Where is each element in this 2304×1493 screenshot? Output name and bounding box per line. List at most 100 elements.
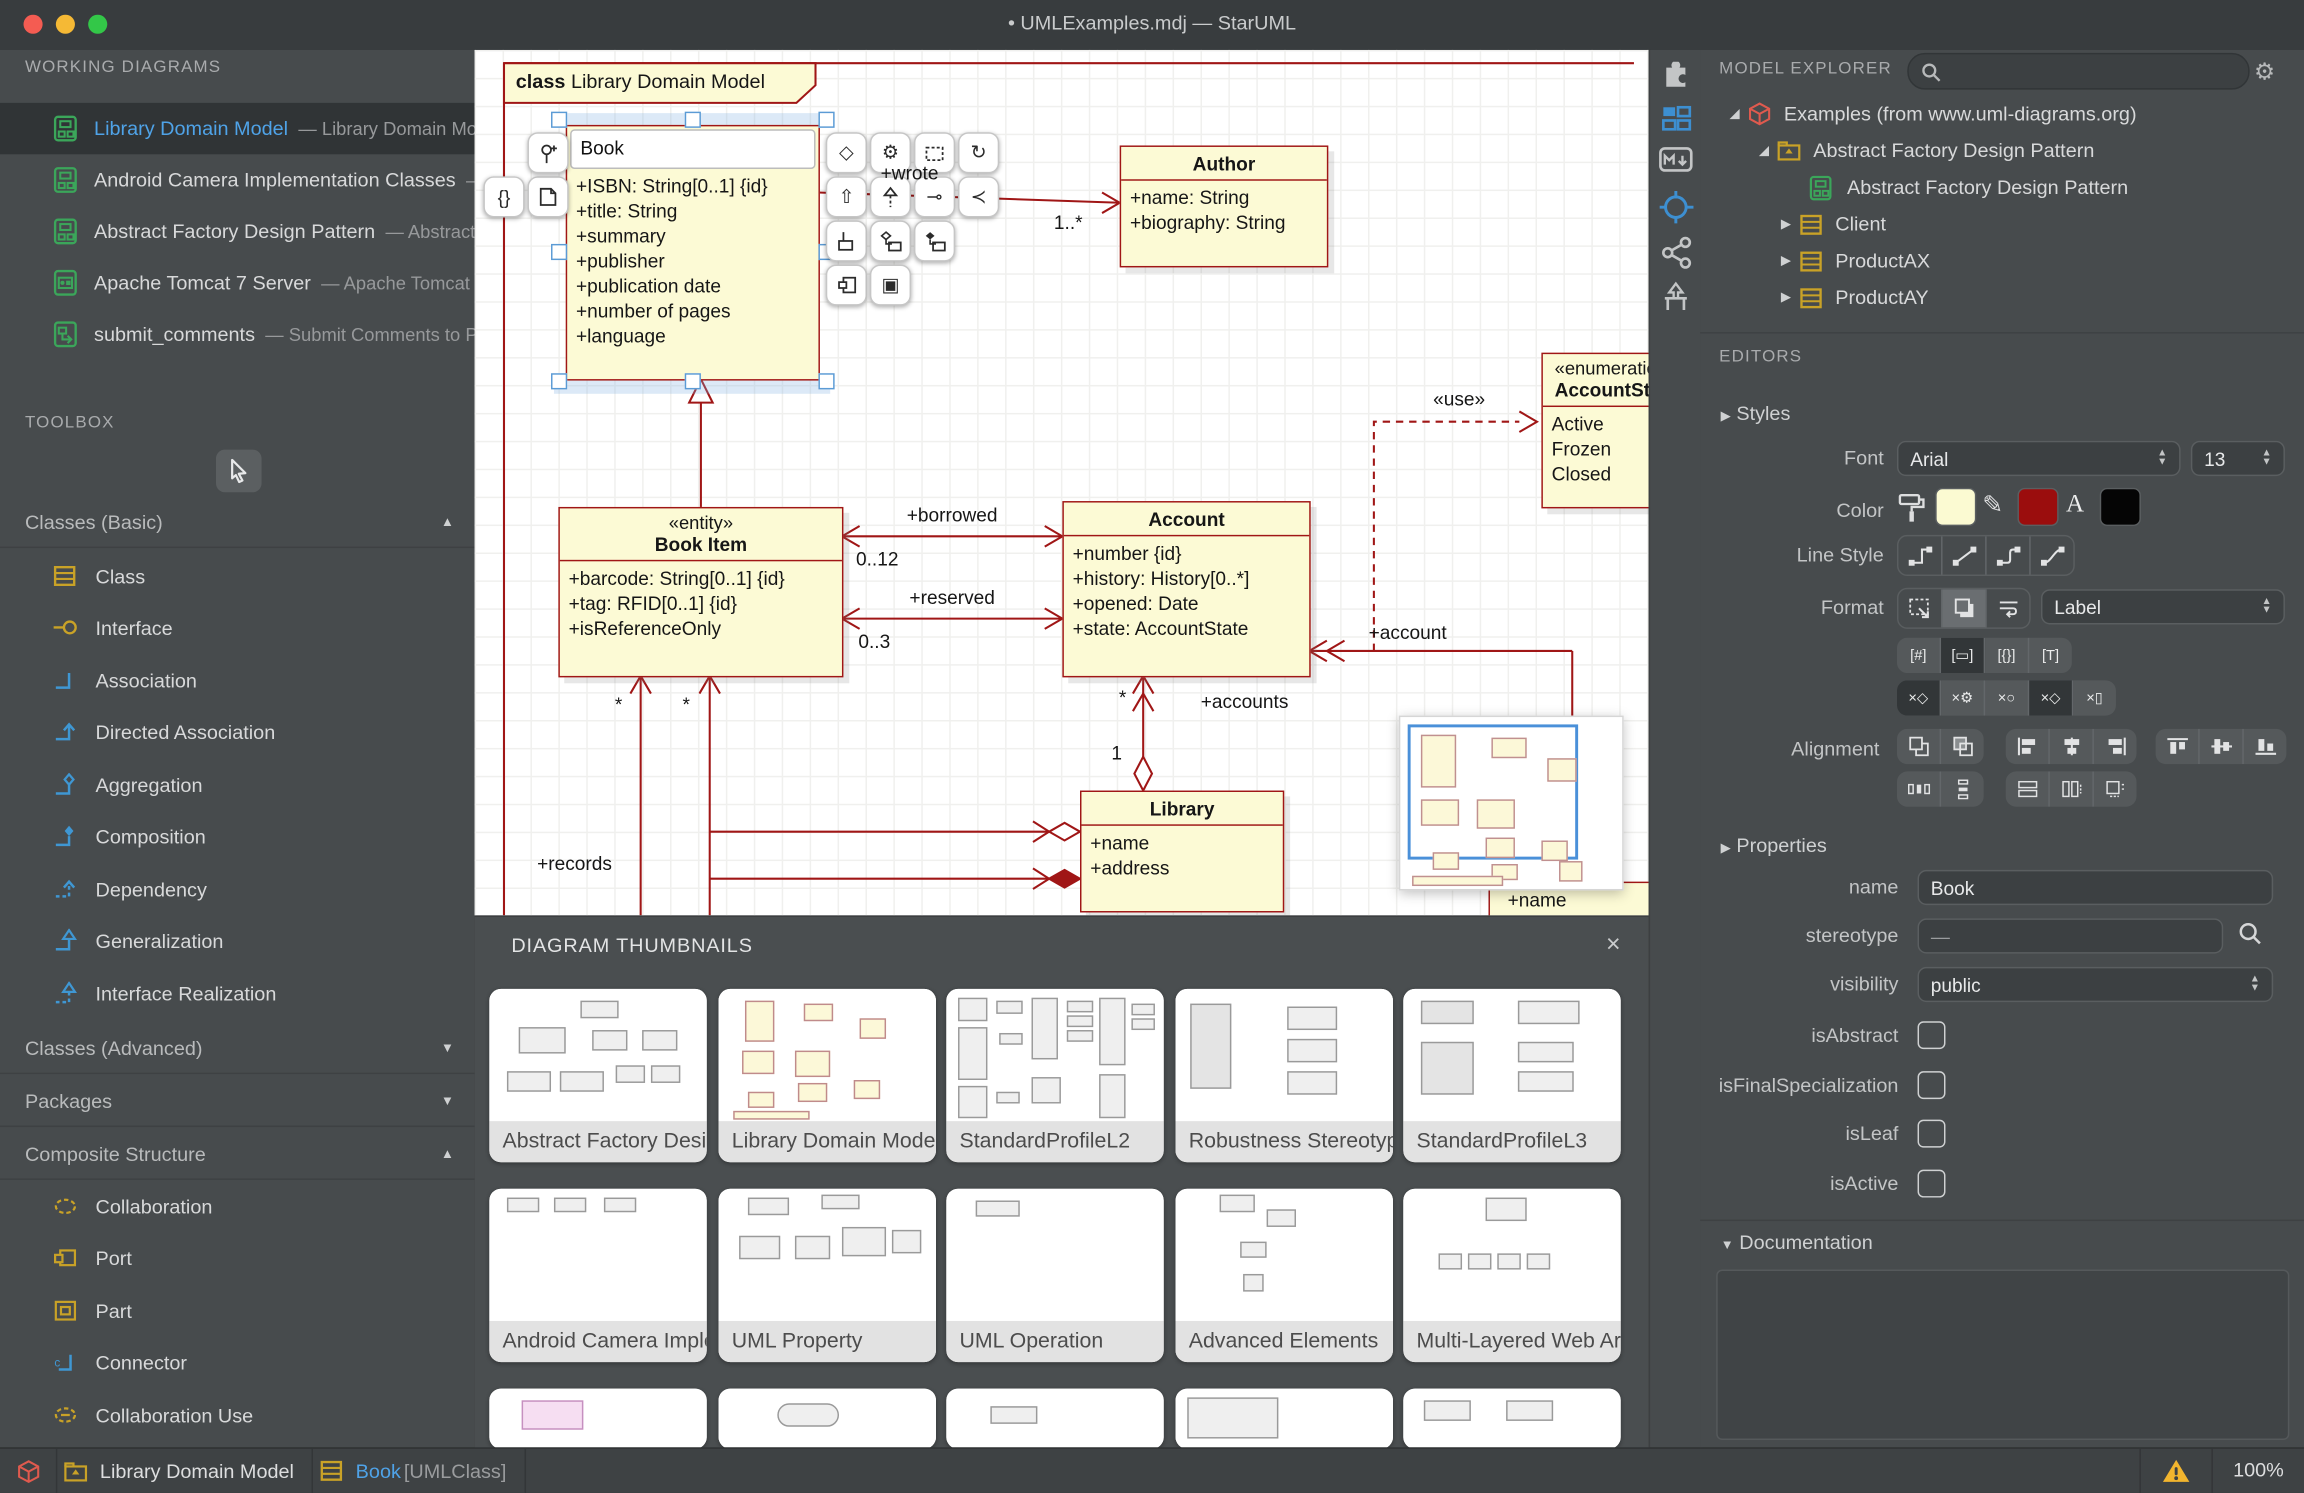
enum-literal[interactable]: Active [1552, 411, 1649, 436]
stereotype-decoration-button[interactable]: [{}] [1985, 638, 2029, 673]
class-author[interactable]: Author +name: String +biography: String [1120, 145, 1329, 267]
line-color-tool[interactable]: ✎ [1982, 491, 2003, 520]
expander-expanded-icon[interactable]: ◢ [1759, 143, 1777, 159]
diagram-crumb[interactable]: Library Domain Model [57, 1460, 311, 1482]
thumbnail-standardprofilel3[interactable]: StandardProfileL3 [1403, 989, 1620, 1162]
focus-element-button[interactable] [1650, 188, 1701, 226]
same-width-button[interactable] [2050, 771, 2094, 806]
suppress-receptions-button[interactable]: ×○ [1985, 680, 2029, 715]
toolbox-item-interface-realization[interactable]: Interface Realization [0, 968, 475, 1018]
is-final-specialization-checkbox[interactable] [1918, 1071, 1946, 1099]
line-style-oblique-button[interactable] [1943, 536, 1987, 574]
toolbox-item-association[interactable]: Association [0, 655, 475, 705]
suppress-attributes-button[interactable]: ×◇ [1897, 680, 1941, 715]
toolbox-item-dependency[interactable]: Dependency [0, 864, 475, 914]
edge-label-account[interactable]: +account [1369, 622, 1447, 644]
distribute-horizontally-button[interactable] [1897, 771, 1941, 806]
stereotype-label-button[interactable]: [▭] [1941, 638, 1985, 673]
thumbnail-uml-property[interactable]: UML Property [719, 1189, 936, 1362]
relationships-button[interactable] [1650, 235, 1701, 270]
resize-handle[interactable] [551, 112, 567, 128]
add-note-button[interactable] [528, 176, 569, 217]
expander-collapsed-icon[interactable]: ▶ [1781, 253, 1799, 269]
add-part-button[interactable]: ▣ [870, 264, 911, 305]
same-height-button[interactable] [2006, 771, 2050, 806]
add-constraint-button[interactable]: ◇ [826, 132, 867, 173]
class-library[interactable]: Library +name +address [1080, 791, 1284, 913]
stereotype-icon-button[interactable]: [T] [2029, 638, 2072, 673]
toolbox-item-port[interactable]: Port [0, 1233, 475, 1283]
font-family-select[interactable]: Arial ▲▼ [1897, 441, 2181, 476]
attribute[interactable]: +publisher [576, 248, 810, 273]
toolbox-section-composite-structure[interactable]: Composite Structure ▲ [0, 1128, 475, 1179]
is-abstract-checkbox[interactable] [1918, 1021, 1946, 1049]
enum-literal[interactable]: Frozen [1552, 436, 1649, 461]
tree-item-productax[interactable]: ▶ ProductAX [1700, 242, 2304, 279]
is-leaf-checkbox[interactable] [1918, 1120, 1946, 1148]
working-diagram-android-camera[interactable]: Android Camera Implementation Classes — [0, 154, 475, 205]
stereotype-display-select[interactable]: Label ▲▼ [2041, 589, 2285, 624]
thumbnail-library-domain-model[interactable]: Library Domain Model [719, 989, 936, 1162]
documentation-textarea[interactable] [1716, 1270, 2289, 1440]
enum-literal[interactable]: Closed [1552, 461, 1649, 486]
markdown-panel-button[interactable] [1650, 144, 1701, 176]
font-size-select[interactable]: 13 ▲▼ [2191, 441, 2285, 476]
is-active-checkbox[interactable] [1918, 1170, 1946, 1198]
edge-label-borrowed[interactable]: +borrowed [907, 504, 998, 526]
class-account[interactable]: Account +number {id} +history: History[0… [1062, 501, 1310, 677]
expander-expanded-icon[interactable]: ◢ [1729, 106, 1747, 122]
multiplicity[interactable]: * [615, 694, 622, 716]
working-diagram-apache-tomcat[interactable]: Apache Tomcat 7 Server — Apache Tomcat 7… [0, 257, 475, 308]
attribute[interactable]: +state: AccountState [1073, 616, 1301, 641]
attribute[interactable]: +isReferenceOnly [569, 616, 833, 641]
add-state-link-button[interactable]: ↻ [958, 132, 999, 173]
send-to-back-button[interactable] [1941, 729, 1984, 764]
validation-warnings-button[interactable] [2141, 1458, 2212, 1484]
toolbox-item-directed-association[interactable]: Directed Association [0, 707, 475, 757]
line-style-curve-button[interactable] [2031, 536, 2074, 574]
show-shadow-button[interactable] [1943, 589, 1987, 627]
minimap-overlay[interactable] [1399, 716, 1624, 891]
attribute[interactable]: +summary [576, 223, 810, 248]
distribute-vertically-button[interactable] [1941, 771, 1984, 806]
align-bottom-button[interactable] [2244, 729, 2287, 764]
element-crumb[interactable]: Book [UMLClass] [313, 1459, 524, 1483]
visibility-select[interactable]: public ▲▼ [1918, 967, 2274, 1002]
name-input[interactable]: Book [1918, 870, 2274, 905]
working-diagram-abstract-factory[interactable]: Abstract Factory Design Pattern — Abstra… [0, 206, 475, 257]
class-name-edit-field[interactable]: Book [570, 129, 815, 169]
attribute[interactable]: +publication date [576, 273, 810, 298]
thumbnail-standardprofilel2[interactable]: StandardProfileL2 [946, 989, 1163, 1162]
toolbox-item-composition[interactable]: Composition [0, 811, 475, 861]
tree-item-productay[interactable]: ▶ ProductAY [1700, 279, 2304, 316]
tree-item-client[interactable]: ▶ Client [1700, 206, 2304, 243]
explorer-search-input[interactable] [1907, 53, 2249, 90]
tree-item-abstract-factory-package[interactable]: ◢ Abstract Factory Design Pattern [1700, 132, 2304, 169]
toolbox-item-interface[interactable]: Interface [0, 602, 475, 652]
thumbnail-abstract-factory-design[interactable]: Abstract Factory Design [489, 989, 706, 1162]
class-book-item[interactable]: «entity» Book Item +barcode: String[0..1… [558, 507, 843, 677]
resize-handle[interactable] [551, 373, 567, 389]
toolbox-section-classes-basic[interactable]: Classes (Basic) ▲ [0, 497, 475, 548]
multiplicity[interactable]: 0..12 [856, 548, 898, 570]
extensions-button[interactable] [1650, 62, 1701, 91]
add-composited-class-button[interactable] [914, 220, 955, 261]
thumbnail-robustness-stereotype[interactable]: Robustness Stereotype [1176, 989, 1393, 1162]
multiplicity[interactable]: 0..3 [858, 630, 890, 652]
select-tool-button[interactable] [216, 450, 262, 493]
add-superclass-button[interactable]: ⇧ [826, 176, 867, 217]
multiplicity[interactable]: 1..* [1054, 212, 1083, 234]
thumbnail-multi-layered-web[interactable]: Multi-Layered Web Arch [1403, 1189, 1620, 1362]
attribute[interactable]: +language [576, 323, 810, 348]
align-left-button[interactable] [2006, 729, 2050, 764]
attribute[interactable]: +name [1090, 830, 1274, 855]
thumbnail-row3-card[interactable] [719, 1389, 936, 1449]
thumbnail-row3-card[interactable] [489, 1389, 706, 1449]
close-icon[interactable]: × [1606, 930, 1621, 959]
align-middle-button[interactable] [2200, 729, 2244, 764]
suppress-ports-button[interactable]: ×▯ [2073, 680, 2116, 715]
attribute[interactable]: +number of pages [576, 298, 810, 323]
resize-handle[interactable] [551, 244, 567, 260]
thumbnail-row3-card[interactable] [946, 1389, 1163, 1449]
add-aggregated-class-button[interactable] [870, 220, 911, 261]
